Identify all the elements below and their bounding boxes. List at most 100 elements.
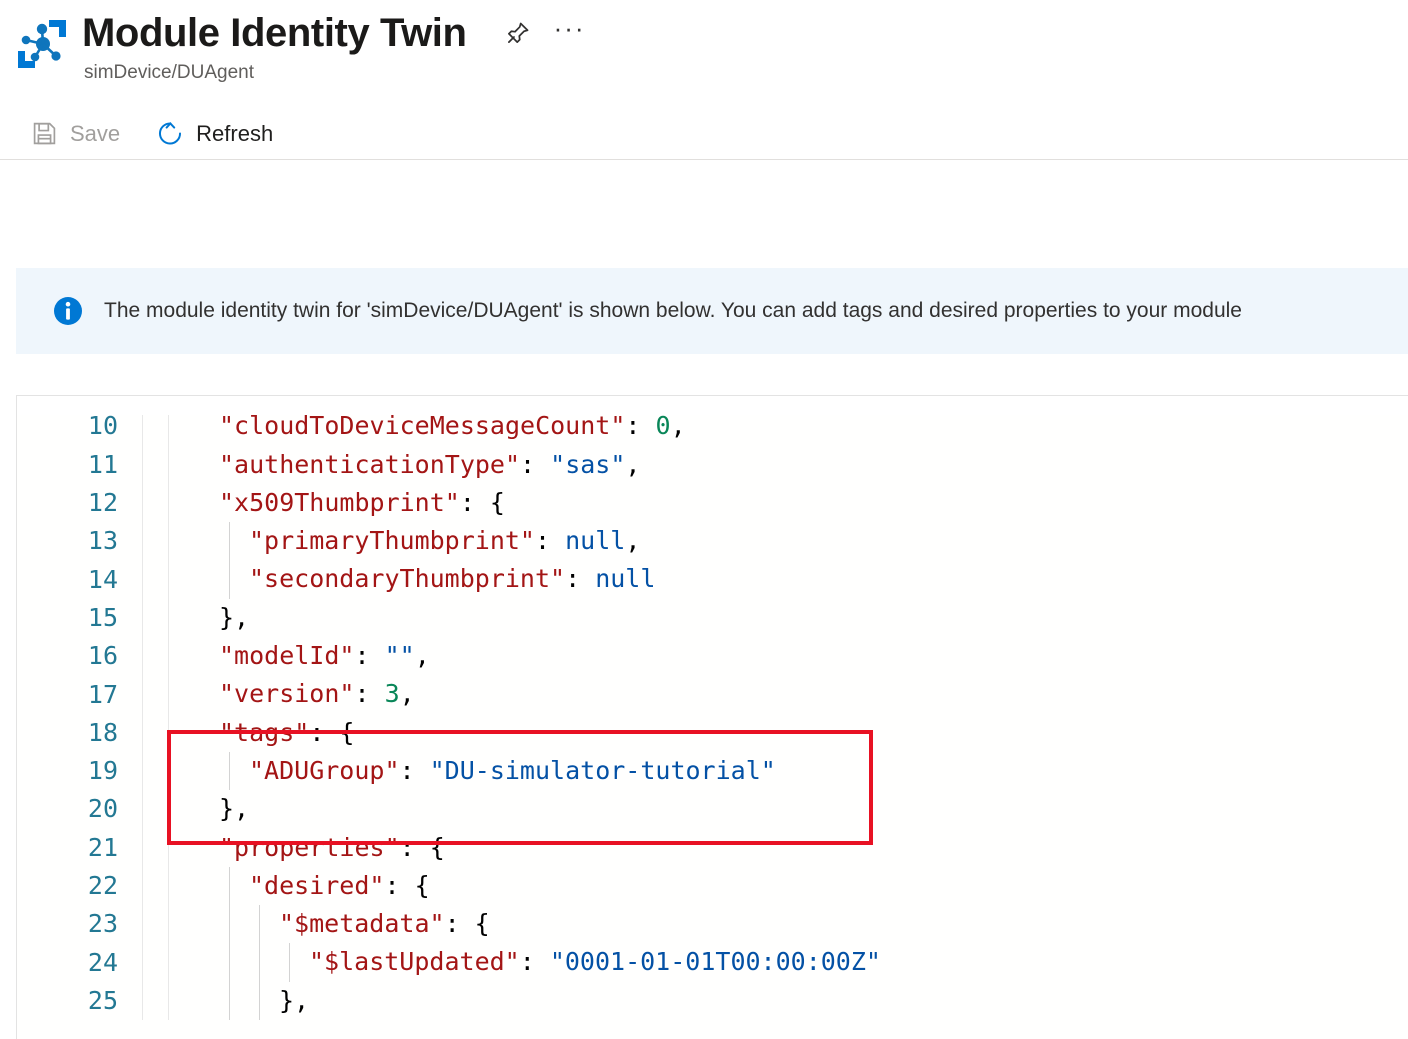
save-button[interactable]: Save	[28, 113, 132, 155]
token-p: :	[625, 411, 656, 441]
token-k: "x509Thumbprint"	[219, 487, 460, 517]
fold-gutter[interactable]	[142, 675, 168, 714]
line-number: 13	[87, 526, 118, 556]
fold-gutter[interactable]	[142, 560, 168, 599]
code-content[interactable]: "properties": {	[168, 828, 1408, 867]
code-text: },	[177, 986, 309, 1015]
code-content[interactable]: "secondaryThumbprint": null	[168, 560, 1408, 599]
fold-gutter[interactable]	[142, 637, 168, 676]
code-content[interactable]: "$lastUpdated": "0001-01-01T00:00:00Z"	[168, 943, 1408, 982]
line-number: 21	[87, 832, 118, 862]
fold-gutter[interactable]	[142, 598, 168, 638]
fold-gutter[interactable]	[142, 751, 168, 791]
code-content[interactable]: },	[168, 598, 1408, 638]
code-line: 20},	[17, 790, 1408, 829]
token-p: :	[565, 564, 596, 594]
token-k: "secondaryThumbprint"	[249, 564, 566, 594]
token-k: "version"	[219, 679, 355, 709]
token-k: "tags"	[219, 717, 310, 747]
code-content[interactable]: },	[168, 790, 1408, 829]
code-content[interactable]: "primaryThumbprint": null,	[168, 522, 1408, 561]
line-number: 23	[87, 909, 118, 939]
code-text: "x509Thumbprint": {	[177, 488, 505, 517]
code-content[interactable]: "ADUGroup": "DU-simulator-tutorial"	[168, 751, 1408, 791]
token-p: ,	[625, 449, 641, 479]
token-p: ,	[414, 641, 430, 671]
code-line: 19 "ADUGroup": "DU-simulator-tutorial"	[17, 751, 1408, 791]
line-number: 19	[87, 756, 118, 786]
code-line: 22 "desired": {	[17, 866, 1408, 906]
token-k: "properties"	[219, 832, 400, 862]
code-content[interactable]: "desired": {	[168, 866, 1408, 906]
code-text: "ADUGroup": "DU-simulator-tutorial"	[177, 756, 776, 785]
fold-gutter[interactable]	[142, 866, 168, 906]
token-p: :	[534, 526, 566, 556]
code-line: 25},	[17, 981, 1408, 1021]
token-p: :	[520, 449, 551, 479]
fold-gutter[interactable]	[142, 828, 168, 867]
token-k: "cloudToDeviceMessageCount"	[219, 411, 626, 441]
fold-gutter[interactable]	[142, 981, 168, 1021]
token-p: ,	[670, 411, 686, 441]
token-k: "desired"	[249, 870, 385, 900]
token-p: : {	[309, 717, 355, 747]
editor-top-clip	[17, 396, 1408, 415]
code-text: "cloudToDeviceMessageCount": 0,	[177, 411, 686, 440]
fold-gutter[interactable]	[142, 522, 168, 561]
code-text: "modelId": "",	[177, 641, 430, 670]
code-content[interactable]: "tags": {	[168, 713, 1408, 752]
code-line: 16 "modelId": "",	[17, 637, 1408, 676]
code-content[interactable]: },	[168, 981, 1408, 1021]
line-number: 15	[87, 602, 118, 632]
code-line: 23 "$metadata": {	[17, 905, 1408, 944]
pin-icon[interactable]	[501, 16, 535, 50]
line-number: 16	[87, 641, 118, 671]
ellipsis-glyph: ···	[553, 13, 586, 43]
code-content[interactable]: "$metadata": {	[168, 905, 1408, 944]
json-code-editor[interactable]: 9"lastActivityTime": "0001-01-01T00:00:0…	[16, 395, 1408, 1039]
code-line: 14 "secondaryThumbprint": null	[17, 560, 1408, 599]
code-line: 12 "x509Thumbprint": {	[17, 483, 1408, 523]
token-p: :	[354, 641, 385, 671]
token-s: "0001-01-01T00:00:00Z"	[549, 947, 881, 977]
fold-gutter[interactable]	[142, 483, 168, 523]
token-n: 0	[655, 411, 671, 441]
line-number: 17	[87, 679, 118, 709]
token-k: "ADUGroup"	[249, 755, 400, 785]
code-lines: 9"lastActivityTime": "0001-01-01T00:00:0…	[17, 396, 1408, 1021]
code-line: 24 "$lastUpdated": "0001-01-01T00:00:00Z"	[17, 943, 1408, 982]
fold-gutter[interactable]	[142, 943, 168, 982]
fold-gutter[interactable]	[142, 905, 168, 944]
ellipsis-icon[interactable]: ···	[553, 13, 587, 50]
code-content[interactable]: "version": 3,	[168, 675, 1408, 714]
token-k: "authenticationType"	[219, 449, 521, 479]
code-content[interactable]: "x509Thumbprint": {	[168, 483, 1408, 523]
code-text: "primaryThumbprint": null,	[177, 526, 640, 555]
code-text: "secondaryThumbprint": null	[177, 564, 655, 593]
line-number: 11	[87, 449, 118, 479]
code-text: },	[177, 794, 249, 823]
refresh-label: Refresh	[196, 120, 274, 146]
token-p: : {	[459, 487, 505, 517]
code-text: "$metadata": {	[177, 909, 490, 938]
info-banner-text: The module identity twin for 'simDevice/…	[104, 299, 1242, 322]
token-p: },	[279, 985, 310, 1015]
code-text: },	[177, 603, 249, 632]
code-text: "properties": {	[177, 833, 445, 862]
fold-gutter[interactable]	[142, 445, 168, 484]
token-k: "$metadata"	[279, 909, 445, 939]
token-p: : {	[399, 832, 445, 862]
code-text: "$lastUpdated": "0001-01-01T00:00:00Z"	[177, 947, 881, 976]
line-number: 20	[87, 794, 118, 824]
token-p: },	[219, 794, 250, 824]
fold-gutter[interactable]	[142, 790, 168, 829]
code-content[interactable]: "authenticationType": "sas",	[168, 445, 1408, 484]
token-s: ""	[384, 641, 415, 671]
token-b: null	[565, 526, 626, 556]
info-banner: The module identity twin for 'simDevice/…	[16, 268, 1408, 354]
fold-gutter[interactable]	[142, 713, 168, 752]
token-p: : {	[384, 870, 430, 900]
refresh-button[interactable]: Refresh	[154, 113, 285, 155]
save-label: Save	[70, 120, 121, 146]
code-content[interactable]: "modelId": "",	[168, 637, 1408, 676]
